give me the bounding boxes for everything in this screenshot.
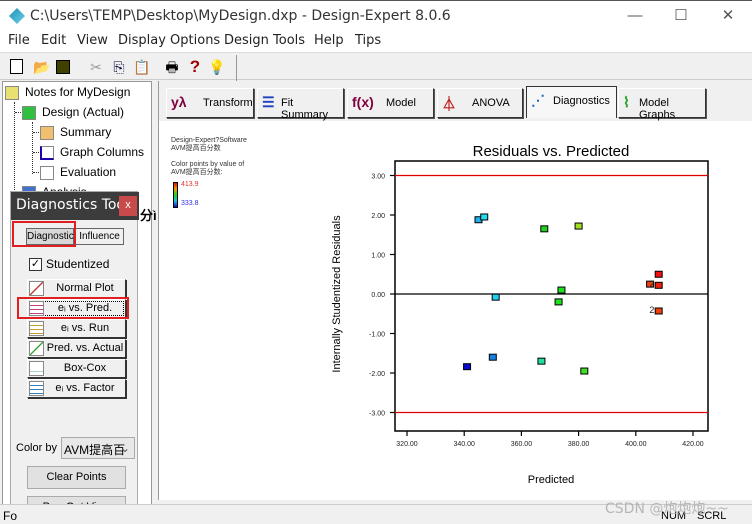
toolbar: 📂 ✂ ⎘ 📋 🖶 ? 💡 [0, 52, 752, 81]
menu-bar: File Edit View Display Options Design To… [0, 32, 752, 52]
tab-anova[interactable]: ⏃ ANOVA [437, 88, 523, 118]
open-icon[interactable]: 📂 [33, 58, 51, 76]
hidden-tree-text: 分ì [140, 208, 157, 223]
watermark: CSDN @炮炮炮~~ [605, 501, 729, 517]
diagnostics-tool-header[interactable]: Diagnostics Tool x [11, 192, 139, 220]
tab-transform[interactable]: yλ Transform [166, 88, 254, 118]
box-cox-icon [29, 361, 44, 376]
chevron-down-icon: ⌄ [119, 441, 130, 455]
studentized-checkbox[interactable]: ✓ [29, 258, 42, 271]
minimize-button[interactable]: — [612, 1, 658, 33]
list-icon: ☰ [262, 94, 275, 110]
box-cox-button[interactable]: Box-Cox [27, 359, 126, 378]
residuals-factor-icon [29, 381, 44, 396]
menu-design-tools[interactable]: Design Tools [224, 33, 305, 48]
save-icon[interactable] [56, 60, 70, 74]
copy-icon[interactable]: ⎘ [110, 58, 128, 76]
predicted-vs-actual-button[interactable]: Pred. vs. Actual [27, 339, 126, 358]
cut-icon[interactable]: ✂ [87, 58, 105, 76]
close-button[interactable]: ✕ [705, 1, 751, 33]
menu-help[interactable]: Help [314, 33, 344, 48]
color-response-label: AVM提高百分数: [171, 169, 223, 176]
tab-model-graphs[interactable]: ⌇ Model Graphs [618, 88, 706, 121]
window-title: C:\Users\TEMP\Desktop\MyDesign.dxp - Des… [30, 8, 451, 24]
toolbar-divider [236, 55, 237, 81]
tree-item-notes[interactable]: Notes for MyDesign [5, 85, 130, 100]
distribution-icon: ⏃ [442, 96, 456, 112]
app-icon [9, 8, 25, 24]
help-icon[interactable]: ? [186, 58, 204, 76]
tab-model[interactable]: f(x) Model [347, 88, 434, 118]
menu-file[interactable]: File [8, 33, 30, 48]
menu-display-options[interactable]: Display Options [118, 33, 220, 48]
tab-influence[interactable]: Influence [75, 228, 124, 245]
close-icon[interactable]: x [119, 196, 137, 216]
tree-item-summary[interactable]: Summary [40, 125, 111, 140]
diagnostics-tool-title: Diagnostics Tool [16, 197, 129, 213]
software-label: Design-Expert?Software [171, 137, 247, 144]
tree-item-graph-columns[interactable]: Graph Columns [40, 145, 144, 160]
graph-icon [40, 145, 54, 160]
color-by-label: Color by [16, 442, 57, 454]
tip-icon[interactable]: 💡 [208, 58, 226, 76]
summary-icon [40, 125, 54, 140]
new-icon[interactable] [10, 59, 23, 74]
spreadsheet-icon [22, 105, 36, 120]
legend-min: 333.8 [181, 200, 199, 207]
tab-diagnostics-main[interactable]: ⋰ Diagnostics [526, 86, 617, 118]
highlight-box [12, 221, 76, 247]
menu-edit[interactable]: Edit [41, 33, 66, 48]
analysis-tab-bar: yλ Transform ☰ Fit Summary f(x) Model ⏃ … [159, 81, 752, 121]
response-label: AVM提高百分数 [171, 145, 221, 152]
clear-points-button[interactable]: Clear Points [27, 466, 126, 489]
magnifier-icon [40, 165, 54, 180]
color-legend-bar [173, 182, 178, 208]
maximize-button[interactable]: ☐ [658, 1, 704, 33]
studentized-label: Studentized [46, 257, 110, 271]
menu-tips[interactable]: Tips [355, 33, 381, 48]
tree-item-design[interactable]: Design (Actual) [22, 105, 124, 120]
tree-item-evaluation[interactable]: Evaluation [40, 165, 116, 180]
paste-icon[interactable]: 📋 [133, 58, 151, 76]
transform-icon: yλ [171, 94, 187, 110]
highlight-box [17, 297, 129, 319]
menu-view[interactable]: View [77, 33, 108, 48]
color-points-label: Color points by value of [171, 161, 245, 168]
diagnostics-icon: ⋰ [531, 92, 545, 108]
legend-max: 413.9 [181, 181, 199, 188]
tab-fit-summary[interactable]: ☰ Fit Summary [257, 88, 344, 121]
normal-plot-button[interactable]: Normal Plot [27, 279, 126, 298]
title-bar: C:\Users\TEMP\Desktop\MyDesign.dxp - Des… [0, 0, 752, 32]
color-by-select[interactable]: AVM提高百 ⌄ [61, 437, 135, 459]
contour-icon: ⌇ [623, 94, 630, 110]
print-icon[interactable]: 🖶 [163, 58, 181, 76]
residuals-vs-run-button[interactable]: eᵢ vs. Run [27, 319, 126, 338]
residuals-vs-factor-button[interactable]: eᵢ vs. Factor [27, 379, 126, 398]
diagnostics-tool-panel: Diagnostics Tool x Diagnostics Influence… [10, 191, 139, 524]
folder-icon [5, 85, 19, 100]
graph-info: Design-Expert?Software AVM提高百分数 Color po… [171, 137, 247, 177]
function-icon: f(x) [352, 94, 374, 110]
normal-plot-icon [29, 281, 44, 296]
predicted-actual-icon [29, 341, 44, 356]
status-text: Fo [3, 509, 18, 523]
main-panel: yλ Transform ☰ Fit Summary f(x) Model ⏃ … [158, 81, 752, 500]
residuals-run-icon [29, 321, 44, 336]
